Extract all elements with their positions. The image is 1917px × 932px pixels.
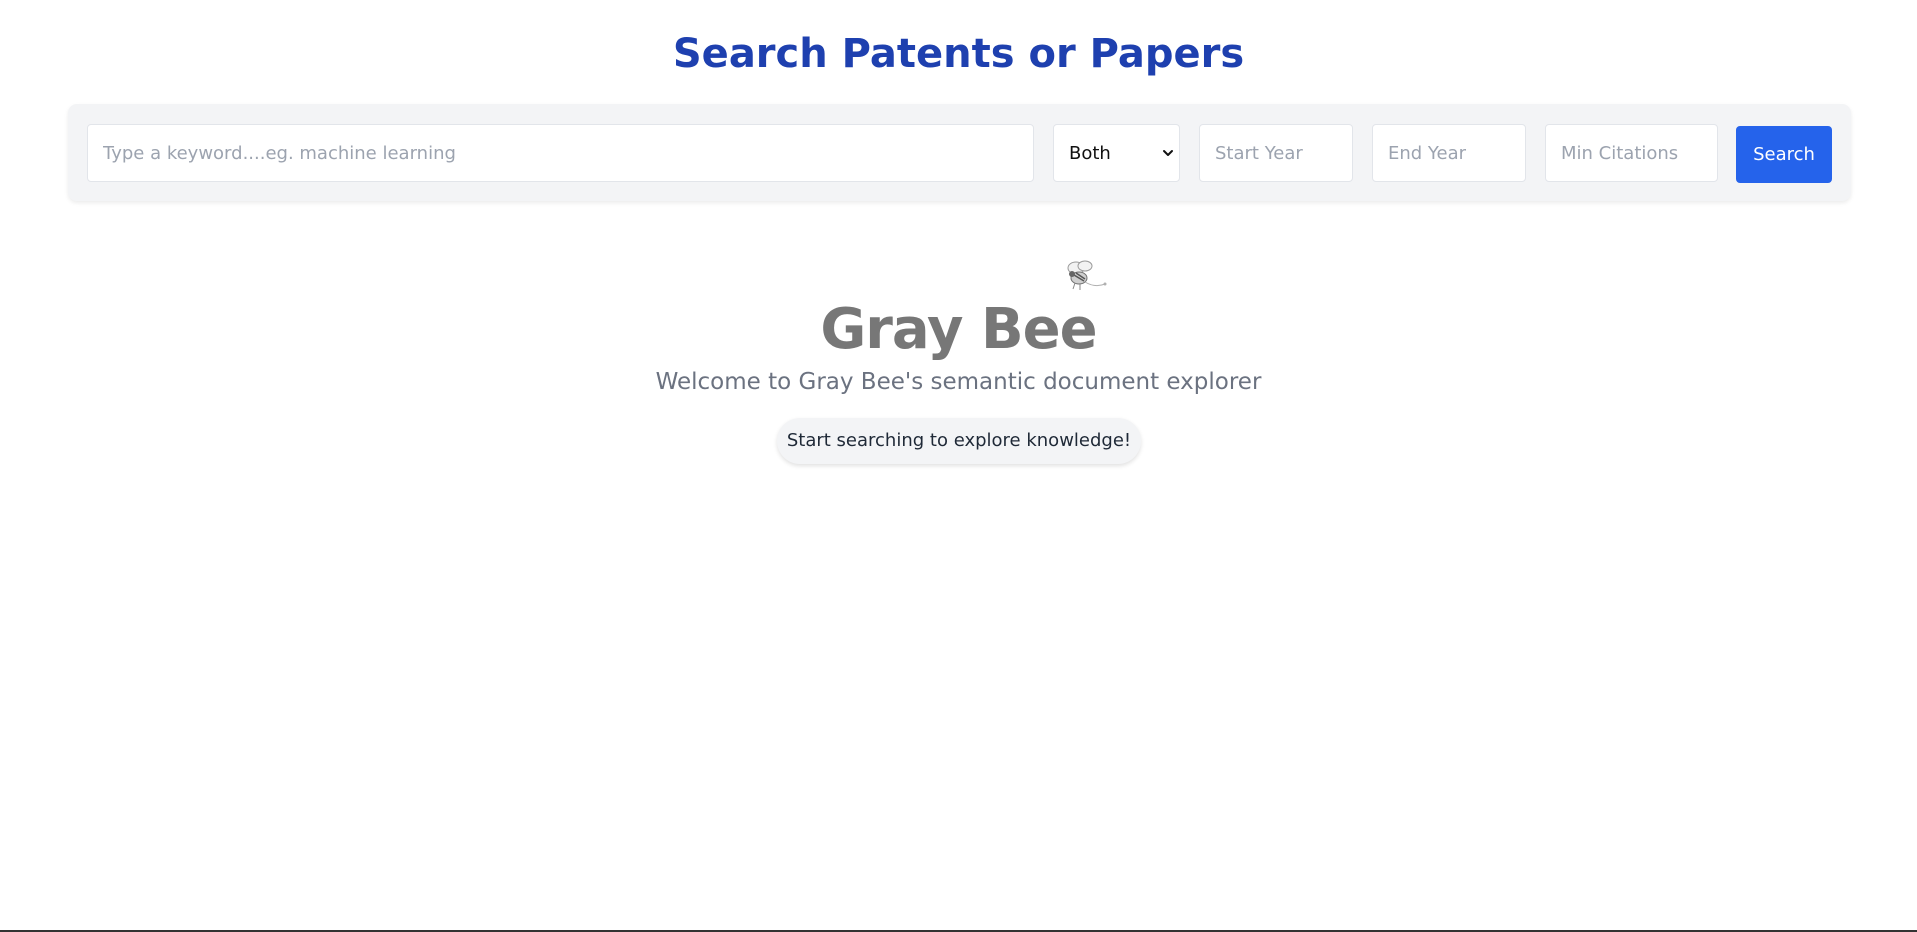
page-title: Search Patents or Papers bbox=[672, 31, 1245, 77]
search-button[interactable]: Search bbox=[1736, 126, 1832, 183]
start-searching-badge: Start searching to explore knowledge! bbox=[777, 418, 1141, 464]
welcome-text: Welcome to Gray Bee's semantic document … bbox=[655, 369, 1262, 395]
start-year-input[interactable] bbox=[1199, 124, 1353, 182]
min-citations-input[interactable] bbox=[1545, 124, 1718, 182]
keyword-search-input[interactable] bbox=[87, 124, 1034, 182]
page: Search Patents or Papers Both Search Gra… bbox=[0, 0, 1917, 932]
search-panel: Both Search bbox=[68, 104, 1851, 201]
bee-icon bbox=[1067, 260, 1107, 290]
brand-logo: Gray Bee bbox=[820, 297, 1097, 362]
end-year-input[interactable] bbox=[1372, 124, 1526, 182]
document-type-select[interactable]: Both bbox=[1053, 124, 1180, 182]
